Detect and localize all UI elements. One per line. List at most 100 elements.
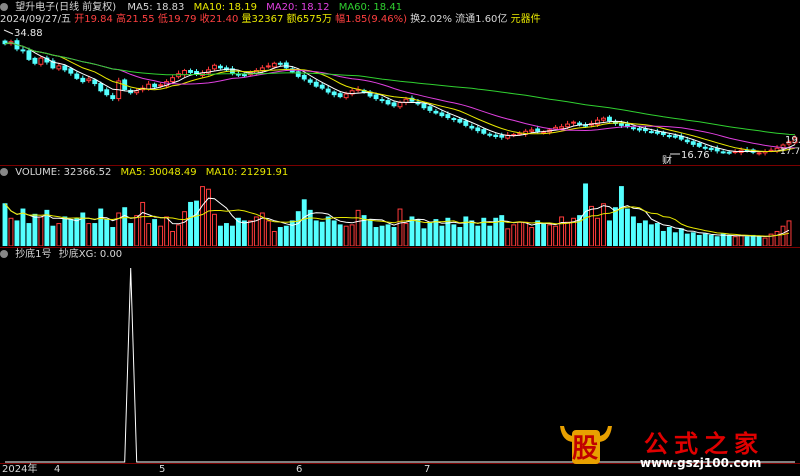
volume-bar [726,234,732,246]
volume-bar [403,223,409,246]
volume-bar [535,220,541,246]
volume-bar [92,223,98,246]
candle-body [56,65,62,70]
volume-bar [218,225,223,246]
candle-body [457,119,463,123]
volume-bar [134,215,140,246]
candle-body [188,69,193,73]
volume-toggle-icon[interactable] [0,168,8,176]
candle-body [433,110,439,114]
volume-bar [122,207,128,246]
candle-body [451,118,457,121]
right-price-low-label: 17.7 [780,147,800,157]
candle-body [271,62,277,68]
volume-bar [68,219,74,246]
volume-bar [349,224,355,246]
volume-bar [20,208,26,246]
volume-bar [499,215,505,246]
volume-bar [469,220,475,246]
candle-body [696,142,702,147]
volume-bar [307,209,313,246]
volume-bar [86,223,92,246]
volume-bar [331,220,337,246]
candle-body [714,148,720,152]
volume-bar [613,207,618,246]
volume-bar [391,227,397,246]
info-vol: 量32367 [241,14,284,25]
candle-body [277,62,283,65]
volume-bar [176,224,182,246]
watermark-url: www.gszj100.com [640,456,762,470]
indicator-toggle-icon[interactable] [0,250,8,258]
candle-body [535,128,541,132]
stock-title: 望升电子(日线 前复权) [15,2,117,13]
candle-body [343,93,349,99]
watermark-logo: 股 [556,420,616,466]
xaxis-label-jul: 7 [424,464,431,475]
volume-bar [283,225,289,246]
volume-bar [152,219,158,246]
volume-bar [607,220,612,246]
xaxis-label-year: 2024年 [2,464,38,475]
volume-bar [158,225,164,246]
info-open: 开19.84 [74,14,113,25]
volume-bar [559,216,565,246]
ma60-label: MA60: 18.41 [338,2,403,13]
candle-body [756,152,762,155]
candle-body [708,147,714,151]
volume-bar [385,224,391,246]
volume-bar [547,224,553,246]
volume-bar [463,216,469,246]
volume-bar [433,219,439,246]
volume-bar [50,225,56,246]
volume-bar [451,224,457,246]
volume-bar [74,217,80,246]
price-low-label: 16.76 [681,150,710,161]
volume-bar [678,228,684,246]
indicator-name: 抄底1号 [15,249,52,260]
candle-body [481,129,487,134]
volume-bar [367,219,373,246]
volume-title: VOLUME: 32366.52 [15,167,112,178]
candle-body [307,79,313,83]
volume-bar [744,236,750,246]
volume-bar [38,216,44,246]
candle-body [301,74,307,80]
volume-bar [654,223,660,246]
volume-bar [182,211,187,246]
panel-toggle-icon[interactable] [0,3,8,11]
volume-bar [750,234,756,246]
volume-bar [212,213,217,246]
volume-bar [565,221,571,246]
volume-bar [690,232,696,246]
cai-marker: 财 [662,154,672,164]
right-price-label: 19. [785,135,800,146]
info-turnover: 换2.02% [410,14,452,25]
volume-bar [140,201,146,246]
candle-body [379,99,385,102]
volume-ma10: MA10: 21291.91 [205,167,289,178]
volume-bar [702,233,708,246]
volume-bar [188,201,193,246]
info-low: 低19.79 [157,14,197,25]
volume-bar [247,220,253,246]
volume-bar [660,230,666,246]
volume-bar [194,200,199,246]
candle-body [265,65,271,68]
volume-bar [511,224,517,246]
volume-bar [630,216,636,246]
candle-body [720,151,726,154]
volume-bar [313,220,319,246]
volume-bar [427,221,433,246]
candle-body [38,57,44,65]
volume-bar [415,219,421,246]
price-high-label: 34.88 [14,28,43,39]
candle-body [487,133,493,136]
candle-body [80,77,86,83]
candle-body [630,127,636,130]
volume-bar [696,234,702,246]
volume-bar [379,225,385,246]
volume-bar [2,203,8,246]
candle-body [559,126,565,129]
volume-bar [337,224,343,246]
